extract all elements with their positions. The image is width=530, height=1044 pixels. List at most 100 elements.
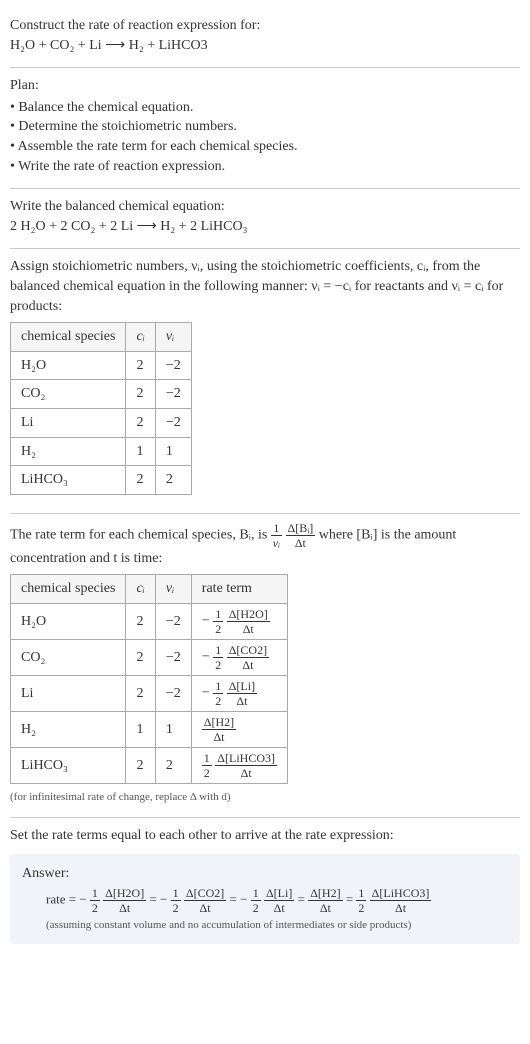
- coef-frac: 12: [251, 887, 261, 914]
- frac-den: 2: [202, 766, 212, 779]
- frac-den: Δt: [370, 901, 432, 914]
- coef-frac: 12: [213, 608, 223, 635]
- sign: −: [202, 686, 213, 701]
- rate-lead: rate =: [46, 892, 79, 907]
- coef-frac: 12: [202, 752, 212, 779]
- frac-num: 1: [251, 887, 261, 901]
- stoich-section: Assign stoichiometric numbers, νᵢ, using…: [10, 249, 520, 513]
- balanced-equation: 2 H₂O + 2 CO₂ + 2 Li ⟶ H₂ + 2 LiHCO₃: [10, 217, 520, 237]
- frac-den: Δt: [227, 694, 257, 707]
- table-header-row: chemical species cᵢ νᵢ: [11, 323, 192, 352]
- table-header-row: chemical species cᵢ νᵢ rate term: [11, 575, 288, 604]
- prompt-text: Construct the rate of reaction expressio…: [10, 16, 520, 36]
- cell-c: 1: [126, 437, 155, 466]
- delta-frac: Δ[LiHCO3]Δt: [215, 752, 277, 779]
- sign: −: [79, 892, 90, 907]
- cell-species: CO₂: [11, 639, 126, 675]
- frac-num: 1: [213, 644, 223, 658]
- delta-frac: Δ[H2O]Δt: [103, 887, 146, 914]
- cell-rate: Δ[H2]Δt: [191, 711, 287, 747]
- table-row: H₂O2−2: [11, 351, 192, 380]
- frac-den: 2: [356, 901, 366, 914]
- plan-item: Assemble the rate term for each chemical…: [10, 137, 520, 157]
- frac-num: 1: [171, 887, 181, 901]
- cell-v: 1: [155, 711, 191, 747]
- frac-num: Δ[H2]: [202, 716, 236, 730]
- cell-v: −2: [155, 675, 191, 711]
- frac-1-over-nu: 1 νᵢ: [271, 522, 282, 549]
- plan-item: Write the rate of reaction expression.: [10, 157, 520, 177]
- frac-den: Δt: [264, 901, 294, 914]
- frac-num: Δ[H2O]: [227, 608, 270, 622]
- table-row: CO₂ 2 −2 − 12 Δ[CO2]Δt: [11, 639, 288, 675]
- cell-species: H₂O: [11, 603, 126, 639]
- cell-species: H₂O: [11, 351, 126, 380]
- col-species: chemical species: [11, 323, 126, 352]
- frac-num: Δ[Li]: [264, 887, 294, 901]
- final-intro: Set the rate terms equal to each other t…: [10, 826, 520, 846]
- answer-note: (assuming constant volume and no accumul…: [22, 918, 508, 933]
- frac-den: Δt: [215, 766, 277, 779]
- cell-c: 2: [126, 675, 155, 711]
- table-row: CO₂2−2: [11, 380, 192, 409]
- cell-c: 2: [126, 603, 155, 639]
- table-row: H₂11: [11, 437, 192, 466]
- cell-species: Li: [11, 675, 126, 711]
- frac-den: Δt: [286, 536, 316, 549]
- answer-equation: rate = − 12 Δ[H2O]Δt = − 12 Δ[CO2]Δt = −…: [22, 887, 508, 914]
- rate-term-note: (for infinitesimal rate of change, repla…: [10, 790, 520, 805]
- plan-item: Determine the stoichiometric numbers.: [10, 117, 520, 137]
- table-row: Li 2 −2 − 12 Δ[Li]Δt: [11, 675, 288, 711]
- delta-frac: Δ[CO2]Δt: [184, 887, 226, 914]
- frac-den: 2: [213, 658, 223, 671]
- stoich-intro: Assign stoichiometric numbers, νᵢ, using…: [10, 257, 520, 316]
- frac-dBi-dt: Δ[Bᵢ] Δt: [286, 522, 316, 549]
- frac-den: 2: [171, 901, 181, 914]
- equals: =: [230, 892, 241, 907]
- plan-item: Balance the chemical equation.: [10, 98, 520, 118]
- delta-frac: Δ[H2]Δt: [202, 716, 236, 743]
- frac-num: Δ[Bᵢ]: [286, 522, 316, 536]
- plan-section: Plan: Balance the chemical equation. Det…: [10, 68, 520, 189]
- delta-frac: Δ[CO2]Δt: [227, 644, 269, 671]
- frac-num: 1: [202, 752, 212, 766]
- table-row: LiHCO₃ 2 2 12 Δ[LiHCO3]Δt: [11, 747, 288, 783]
- cell-v: −2: [155, 380, 191, 409]
- delta-frac: Δ[H2]Δt: [308, 887, 342, 914]
- col-c: cᵢ: [126, 323, 155, 352]
- cell-v: 1: [155, 437, 191, 466]
- frac-den: νᵢ: [271, 536, 282, 549]
- equals: =: [149, 892, 160, 907]
- delta-frac: Δ[LiHCO3]Δt: [370, 887, 432, 914]
- frac-num: Δ[CO2]: [227, 644, 269, 658]
- rate-term-table: chemical species cᵢ νᵢ rate term H₂O 2 −…: [10, 574, 288, 784]
- frac-den: Δt: [103, 901, 146, 914]
- cell-rate: 12 Δ[LiHCO3]Δt: [191, 747, 287, 783]
- plan-list: Balance the chemical equation. Determine…: [10, 98, 520, 176]
- cell-species: LiHCO₃: [11, 747, 126, 783]
- coef-frac: 12: [356, 887, 366, 914]
- cell-c: 2: [126, 747, 155, 783]
- cell-v: 2: [155, 747, 191, 783]
- col-species: chemical species: [11, 575, 126, 604]
- col-rate: rate term: [191, 575, 287, 604]
- frac-num: 1: [356, 887, 366, 901]
- unbalanced-equation: H₂O + CO₂ + Li ⟶ H₂ + LiHCO3: [10, 36, 520, 56]
- frac-num: 1: [213, 680, 223, 694]
- frac-den: Δt: [202, 730, 236, 743]
- cell-v: −2: [155, 408, 191, 437]
- frac-den: 2: [251, 901, 261, 914]
- frac-den: 2: [213, 694, 223, 707]
- cell-c: 2: [126, 639, 155, 675]
- sign: −: [240, 892, 251, 907]
- table-row: LiHCO₃22: [11, 466, 192, 495]
- cell-c: 2: [126, 351, 155, 380]
- frac-num: Δ[LiHCO3]: [370, 887, 432, 901]
- frac-den: Δt: [184, 901, 226, 914]
- col-v: νᵢ: [155, 323, 191, 352]
- sign: −: [202, 614, 213, 629]
- cell-v: −2: [155, 603, 191, 639]
- equals: =: [346, 892, 357, 907]
- col-v: νᵢ: [155, 575, 191, 604]
- delta-frac: Δ[Li]Δt: [264, 887, 294, 914]
